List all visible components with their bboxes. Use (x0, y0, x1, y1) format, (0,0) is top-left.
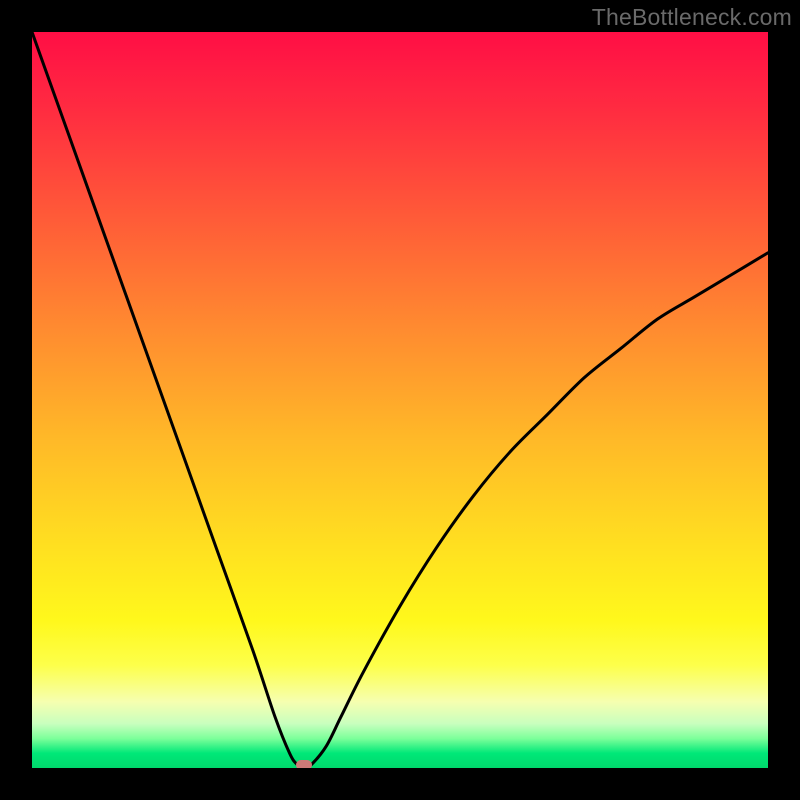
optimal-point-marker (296, 760, 312, 768)
watermark-text: TheBottleneck.com (592, 4, 792, 31)
curve-svg (32, 32, 768, 768)
bottleneck-curve (32, 32, 768, 768)
chart-container: TheBottleneck.com (0, 0, 800, 800)
plot-area (32, 32, 768, 768)
